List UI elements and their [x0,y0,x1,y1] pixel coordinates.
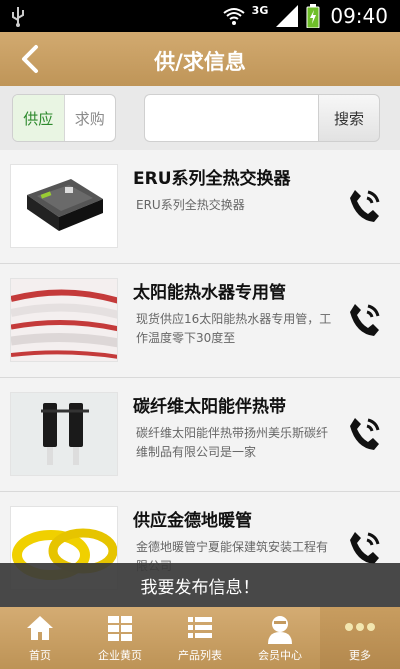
product-thumbnail [10,164,118,248]
search-input[interactable] [144,94,318,142]
network-type: 3G [251,3,269,17]
supply-demand-toggle: 供应 求购 [12,94,116,142]
status-bar: 3G 09:40 [0,0,400,32]
list-item[interactable]: 太阳能热水器专用管 现货供应16太阳能热水器专用管，工作温度零下30度至 [0,264,400,378]
list-item[interactable]: ERU系列全热交换器 ERU系列全热交换器 [0,150,400,264]
tab-company-directory[interactable]: 企业黄页 [80,607,160,669]
tab-product-list[interactable]: 产品列表 [160,607,240,669]
tab-member-center[interactable]: 会员中心 [240,607,320,669]
item-title: 太阳能热水器专用管 [133,283,286,303]
item-description: 现货供应16太阳能热水器专用管，工作温度零下30度至 [136,312,332,345]
signal-icon [276,5,299,27]
home-icon [27,616,53,640]
pipe-image [11,279,117,361]
battery-icon [306,4,320,28]
item-description: 碳纤维太阳能伴热带扬州美乐斯碳纤维制品有限公司是一家 [136,426,329,459]
phone-icon[interactable] [346,414,382,454]
tab-home[interactable]: 首页 [0,607,80,669]
phone-icon[interactable] [346,300,382,340]
more-icon [345,623,375,631]
item-title: 供应金德地暖管 [133,511,252,531]
heating-cable-image [11,393,117,475]
grid-icon [108,616,132,641]
tab-label: 更多 [349,649,371,662]
item-title: 碳纤维太阳能伴热带 [133,397,286,417]
list-item[interactable]: 碳纤维太阳能伴热带 碳纤维太阳能伴热带扬州美乐斯碳纤维制品有限公司是一家 [0,378,400,492]
supply-list: ERU系列全热交换器 ERU系列全热交换器 太阳能热水器专用管 现货供应16太阳… [0,150,400,605]
user-icon [268,616,292,644]
publish-info-button[interactable]: 我要发布信息！ [0,563,400,607]
app-header: 供/求信息 [0,32,400,86]
product-thumbnail [10,392,118,476]
clock: 09:40 [330,4,388,28]
tab-label: 产品列表 [178,649,222,662]
bottom-tab-bar: 首页 企业黄页 产品列表 会员中心 更多 [0,607,400,669]
tab-label: 企业黄页 [98,649,142,662]
item-description: ERU系列全热交换器 [136,198,245,212]
tab-more[interactable]: 更多 [320,607,400,669]
search-button[interactable]: 搜索 [318,94,380,142]
page-title: 供/求信息 [154,50,246,74]
heat-exchanger-image [11,165,117,247]
phone-icon[interactable] [346,186,382,226]
usb-icon [12,7,24,27]
list-icon [188,617,212,638]
wifi-icon [223,8,245,25]
tab-demand[interactable]: 求购 [65,95,116,141]
tab-label: 首页 [29,649,51,662]
item-title: ERU系列全热交换器 [133,169,291,189]
tab-label: 会员中心 [258,649,302,662]
phone-icon[interactable] [346,528,382,568]
filter-bar: 供应 求购 搜索 [0,86,400,150]
tab-supply[interactable]: 供应 [13,95,65,141]
product-thumbnail [10,278,118,362]
